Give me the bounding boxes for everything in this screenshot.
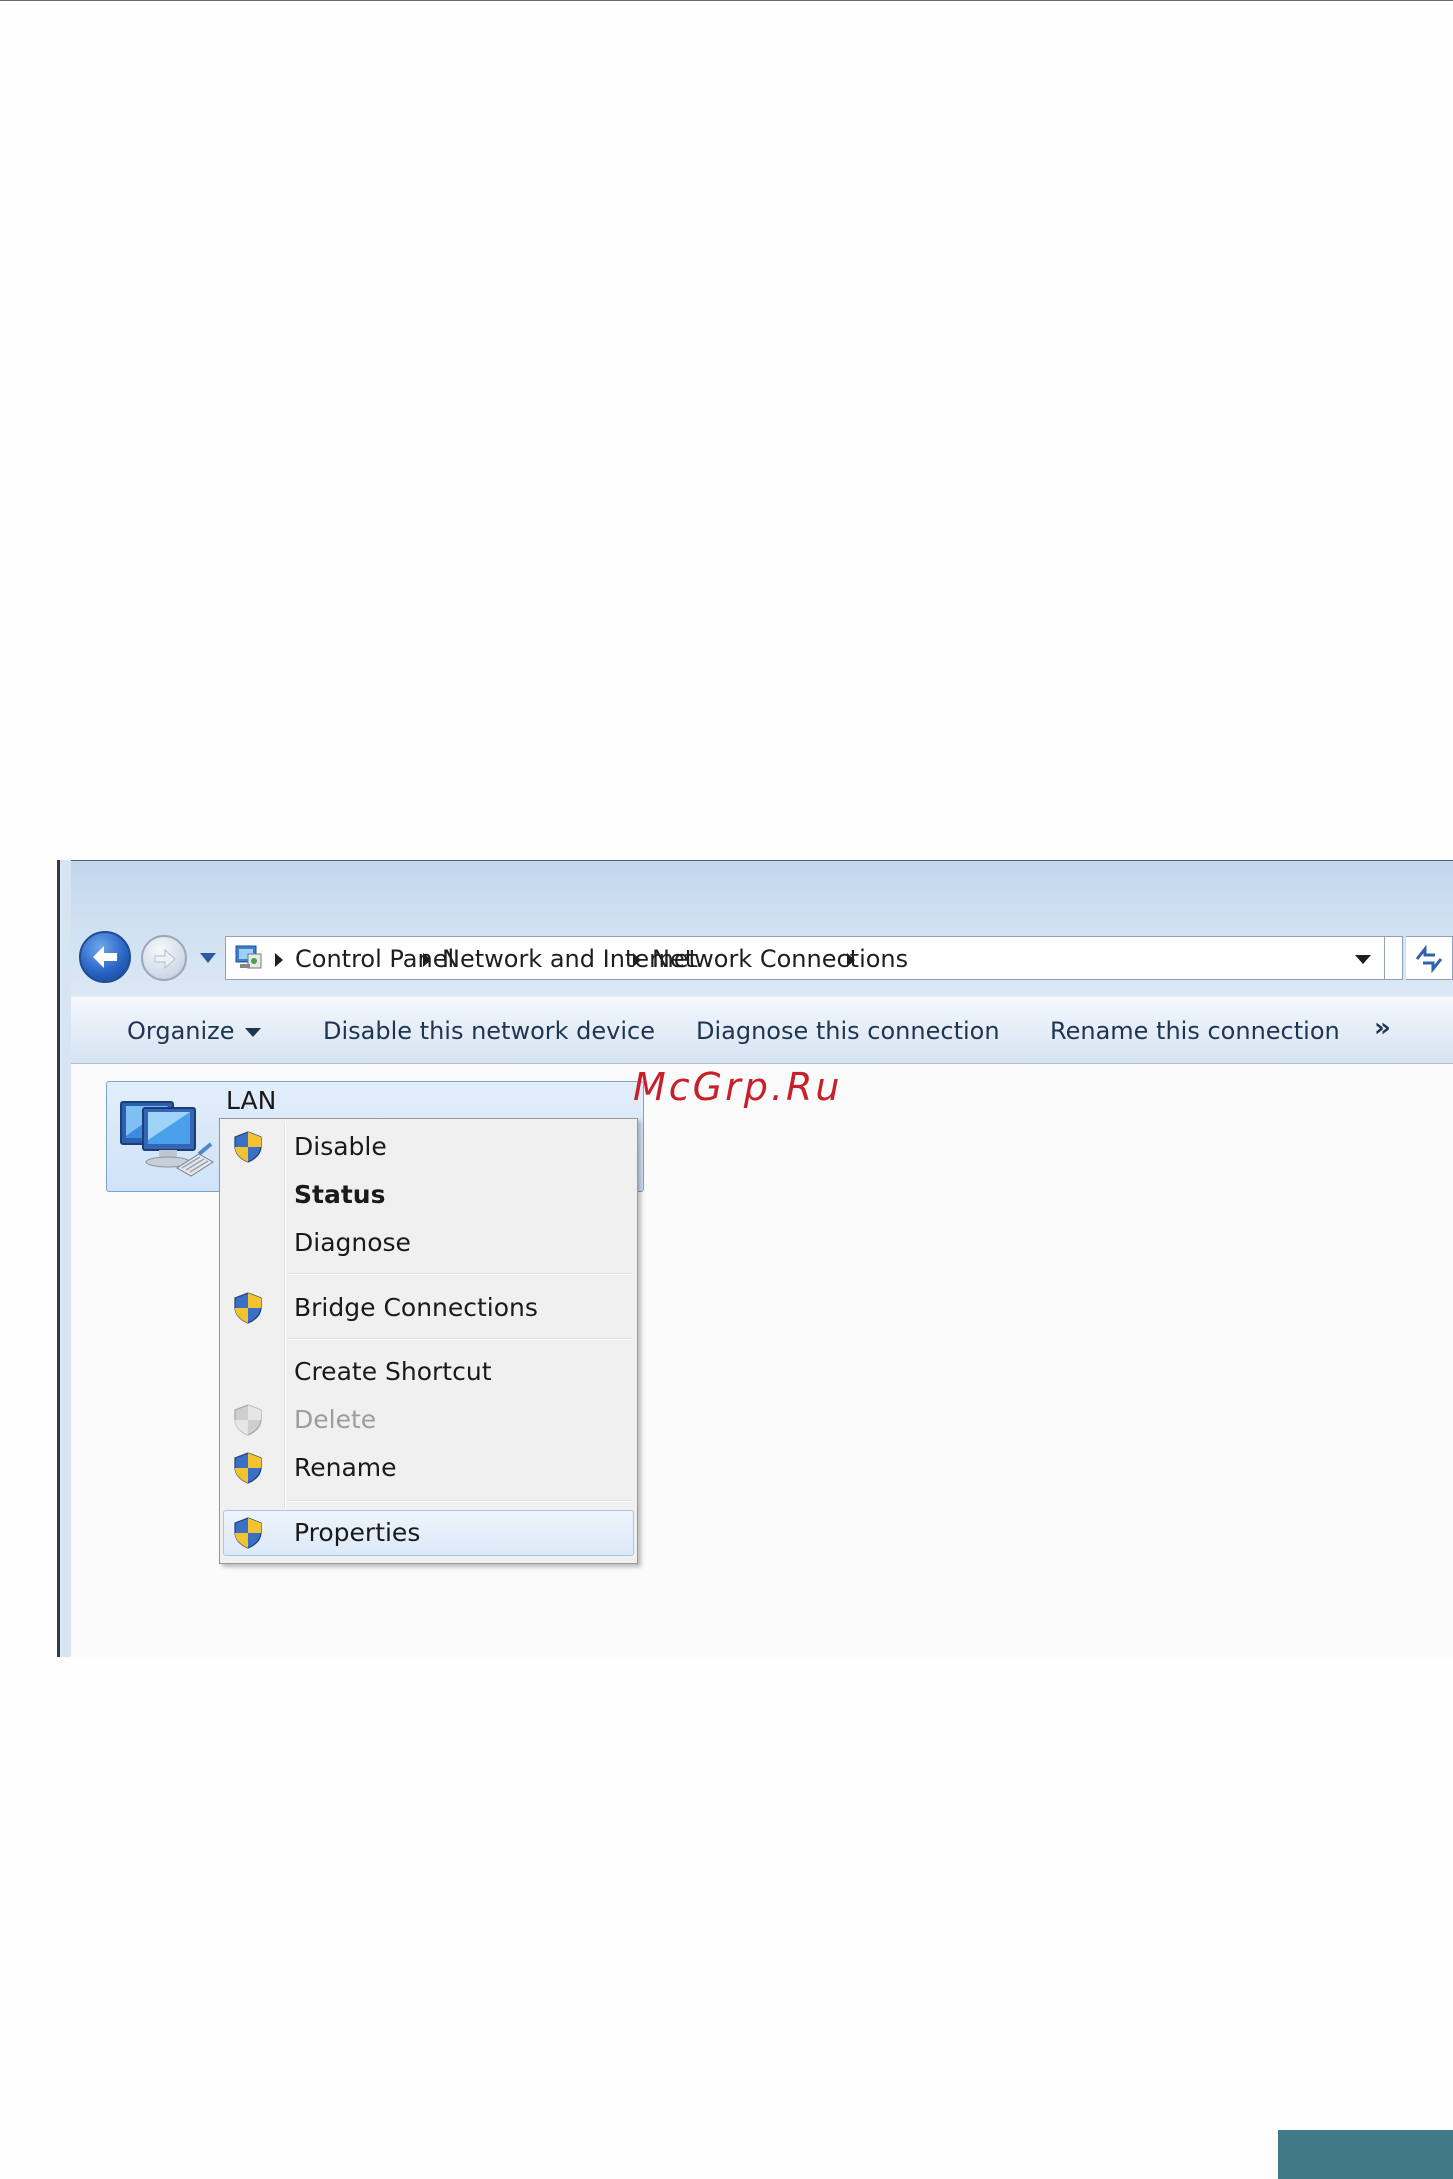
disable-network-device-button[interactable]: Disable this network device <box>323 1017 655 1045</box>
organize-button[interactable]: Organize <box>127 1017 261 1045</box>
menu-item-bridge-connections[interactable]: Bridge Connections <box>223 1285 634 1329</box>
address-divider <box>1384 937 1385 979</box>
menu-item-rename-label: Rename <box>294 1453 397 1482</box>
refresh-button[interactable] <box>1406 936 1453 980</box>
uac-shield-icon <box>234 1517 262 1549</box>
menu-item-rename[interactable]: Rename <box>223 1445 634 1489</box>
chevron-down-icon <box>244 1027 261 1037</box>
window-left-border <box>57 860 71 1657</box>
menu-item-disable[interactable]: Disable <box>223 1124 634 1168</box>
window-titlebar: Control Panel Network and Internet Netwo… <box>57 860 1453 997</box>
command-toolbar: Organize Disable this network device Dia… <box>71 996 1453 1064</box>
rename-connection-button[interactable]: Rename this connection <box>1050 1017 1340 1045</box>
menu-separator <box>287 1338 631 1340</box>
uac-shield-icon <box>234 1404 262 1436</box>
page-top-rule <box>0 0 1453 1</box>
recent-pages-dropdown[interactable] <box>200 953 216 963</box>
menu-item-properties[interactable]: Properties <box>223 1510 634 1556</box>
control-panel-icon <box>235 945 262 969</box>
uac-shield-icon <box>234 1452 262 1484</box>
diagnose-connection-button[interactable]: Diagnose this connection <box>696 1017 1000 1045</box>
address-history-chevron-down-icon[interactable] <box>1355 955 1371 964</box>
menu-item-bridge-connections-label: Bridge Connections <box>294 1293 538 1322</box>
menu-item-delete-label: Delete <box>294 1405 377 1434</box>
menu-separator <box>287 1273 631 1275</box>
menu-item-create-shortcut[interactable]: Create Shortcut <box>223 1349 634 1393</box>
menu-separator <box>287 1500 631 1502</box>
forward-arrow-icon <box>154 948 176 970</box>
menu-item-diagnose[interactable]: Diagnose <box>223 1220 634 1264</box>
more-commands-button[interactable]: » <box>1374 1013 1391 1043</box>
organize-label: Organize <box>127 1017 235 1045</box>
refresh-icon <box>1415 945 1443 973</box>
context-menu: Disable Status Diagnose Bridge Connectio… <box>219 1118 638 1564</box>
breadcrumb-separator-icon[interactable] <box>275 953 283 967</box>
menu-item-create-shortcut-label: Create Shortcut <box>294 1357 492 1386</box>
uac-shield-icon <box>234 1131 262 1163</box>
lan-connection-label: LAN <box>226 1086 277 1115</box>
breadcrumb-separator-icon[interactable] <box>847 953 855 967</box>
page-corner-tab <box>1278 2130 1453 2179</box>
uac-shield-icon <box>234 1292 262 1324</box>
address-bar[interactable]: Control Panel Network and Internet Netwo… <box>225 936 1403 980</box>
breadcrumb-separator-icon[interactable] <box>633 953 641 967</box>
back-button[interactable] <box>79 931 131 983</box>
network-adapter-icon <box>120 1101 214 1177</box>
breadcrumb-separator-icon[interactable] <box>423 953 431 967</box>
breadcrumb-network-connections[interactable]: Network Connections <box>652 945 908 973</box>
menu-item-status-label: Status <box>294 1180 386 1209</box>
menu-item-status[interactable]: Status <box>223 1172 634 1216</box>
forward-button[interactable] <box>141 935 187 981</box>
back-arrow-icon <box>93 946 117 968</box>
menu-item-delete: Delete <box>223 1397 634 1441</box>
menu-item-diagnose-label: Diagnose <box>294 1228 411 1257</box>
site-watermark: McGrp.Ru <box>633 1065 843 1109</box>
menu-item-properties-label: Properties <box>294 1518 421 1547</box>
menu-item-disable-label: Disable <box>294 1132 387 1161</box>
